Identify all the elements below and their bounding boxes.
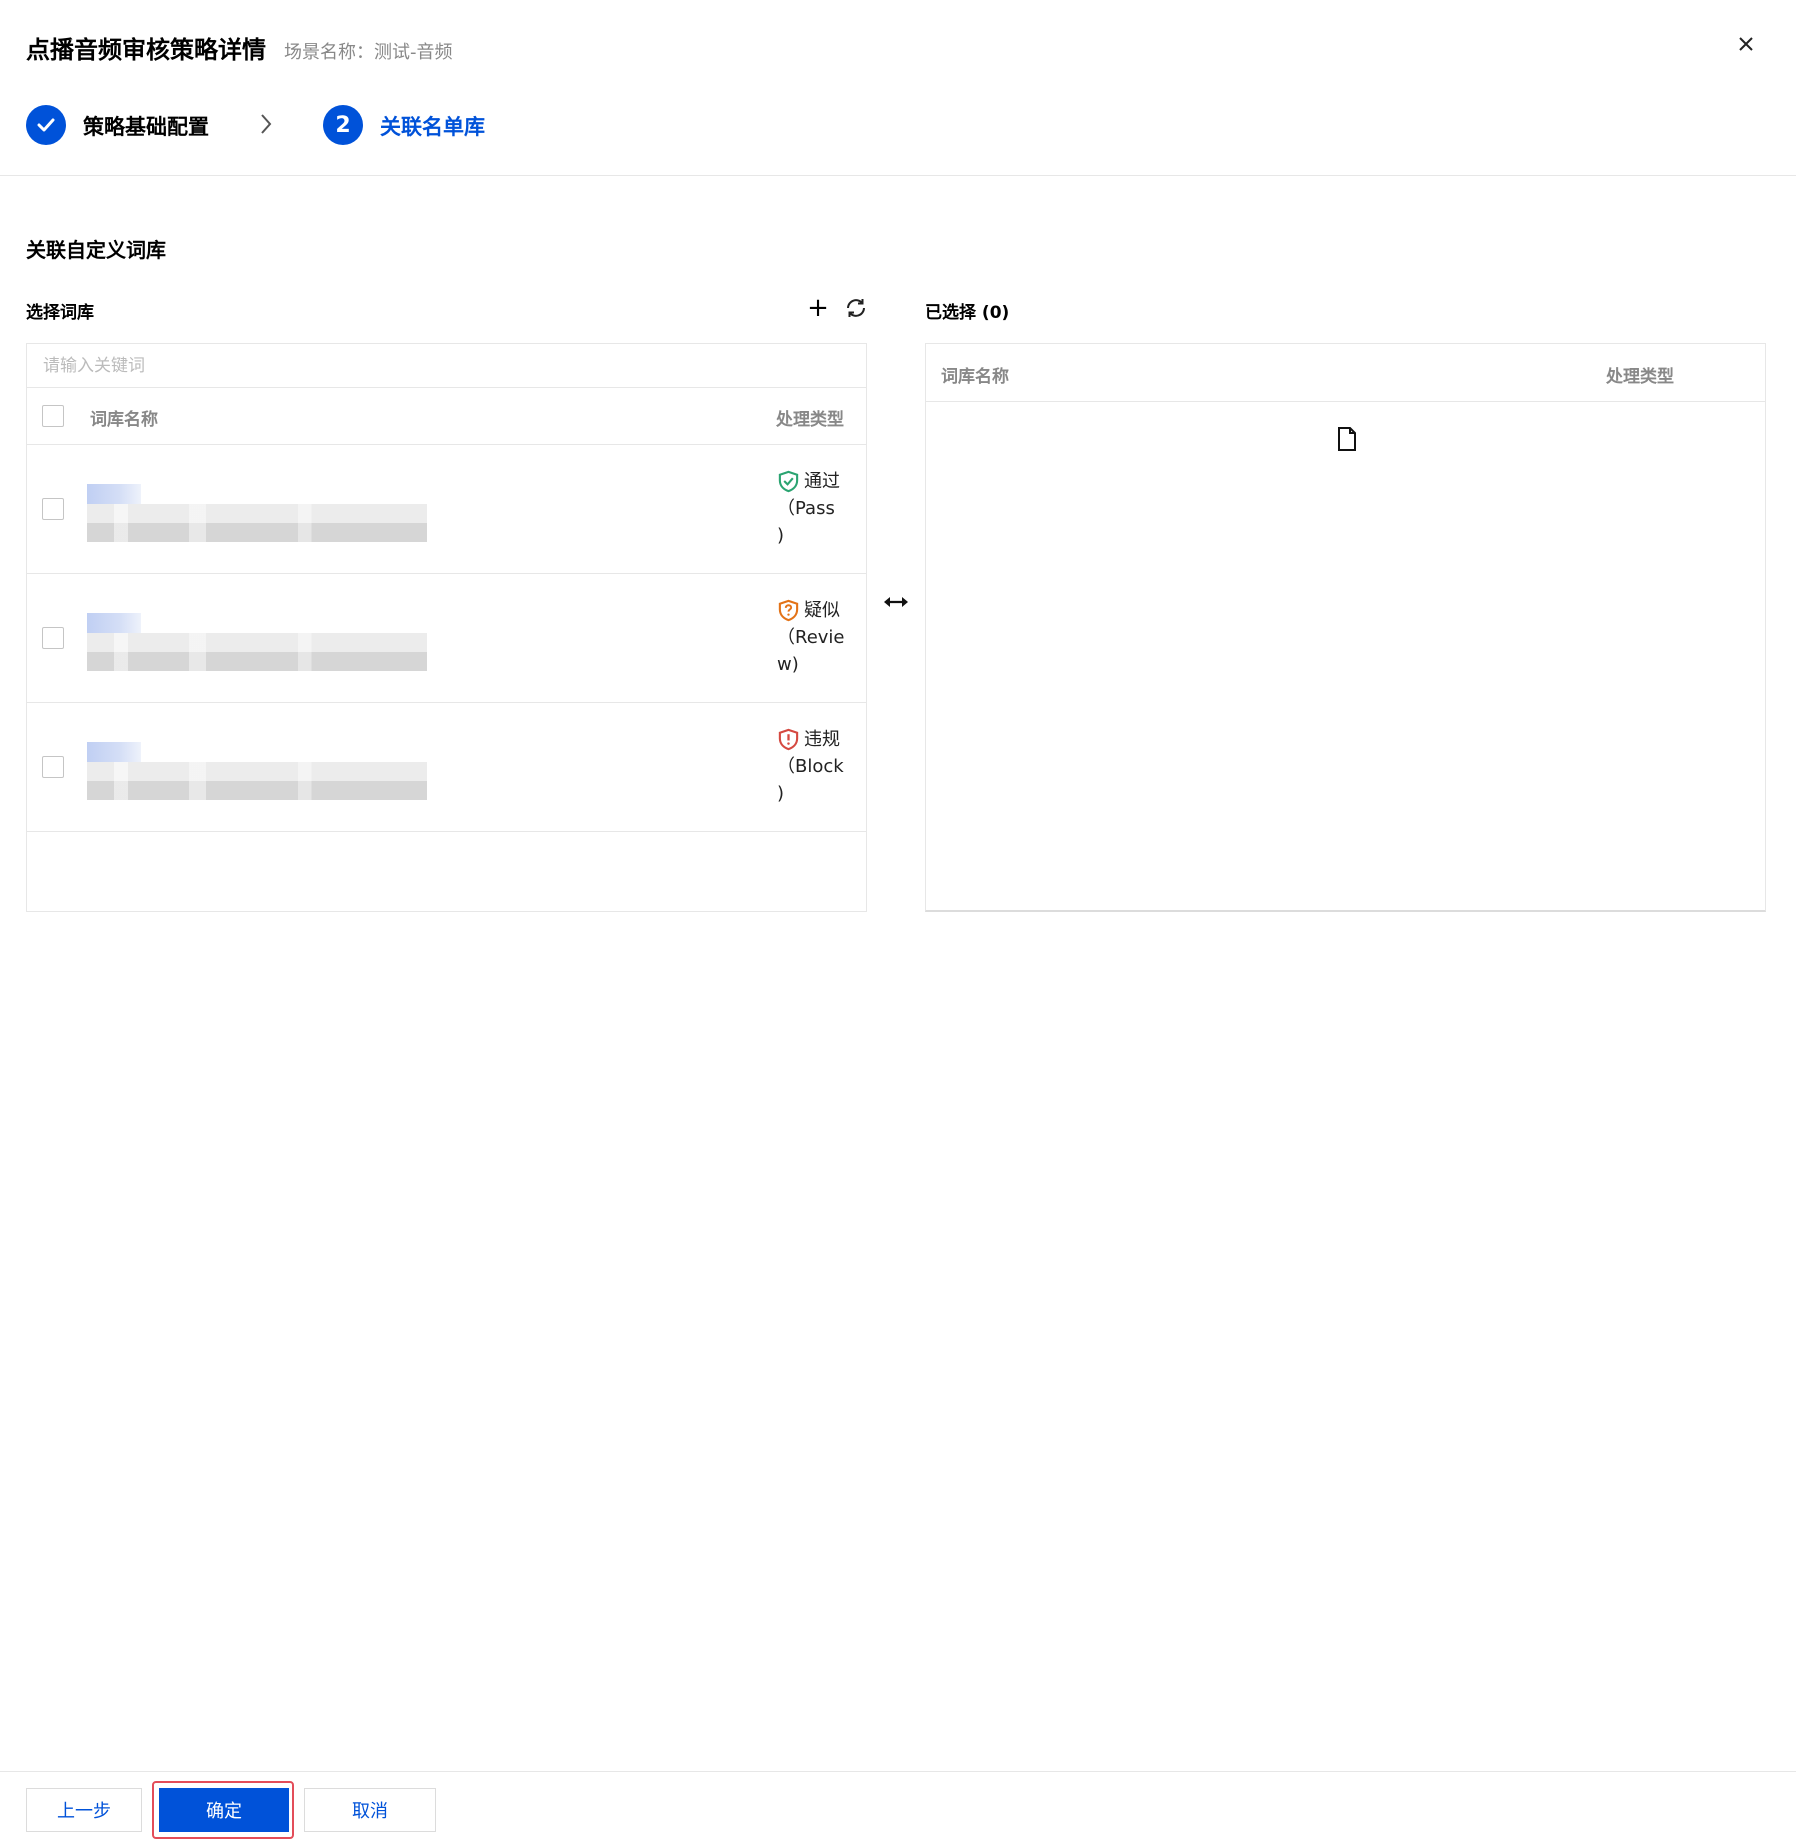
column-header-type: 处理类型	[776, 410, 844, 430]
source-table-header: 词库名称 处理类型	[27, 388, 866, 445]
process-type-label: 违规	[804, 729, 840, 750]
process-type-cell: 疑似 （Revie w)	[777, 597, 863, 678]
keyword-search-input[interactable]	[27, 344, 866, 388]
shield-check-icon	[778, 470, 799, 493]
step-1-label[interactable]: 策略基础配置	[83, 111, 209, 141]
redacted-library-description	[87, 504, 427, 542]
row-checkbox[interactable]	[42, 756, 64, 778]
table-row[interactable]: 疑似 （Revie w)	[27, 574, 866, 703]
cancel-button[interactable]: 取消	[304, 1788, 436, 1832]
process-type-cell: 通过 （Pass )	[777, 468, 863, 549]
select-library-label: 选择词库	[26, 303, 94, 323]
process-type-code-tail: w)	[777, 654, 799, 675]
row-checkbox[interactable]	[42, 498, 64, 520]
process-type-code-tail: )	[777, 525, 785, 546]
previous-step-button[interactable]: 上一步	[26, 1788, 142, 1832]
refresh-icon	[847, 299, 865, 317]
column-header-name: 词库名称	[941, 367, 1009, 387]
process-type-cell: 违规 （Block )	[777, 726, 863, 807]
swap-horizontal-icon	[882, 592, 910, 612]
redacted-library-description	[87, 633, 427, 671]
column-header-name: 词库名称	[90, 410, 158, 430]
select-all-checkbox[interactable]	[42, 405, 64, 427]
redacted-library-name	[87, 613, 141, 633]
shield-question-icon	[778, 599, 799, 622]
process-type-code-tail: )	[777, 783, 785, 804]
empty-file-icon	[1338, 427, 1356, 451]
process-type-code: （Revie	[777, 627, 845, 648]
redacted-library-name	[87, 742, 141, 762]
process-type-label: 通过	[804, 471, 840, 492]
selected-count-label: 已选择 (0)	[925, 303, 1010, 323]
check-icon	[37, 118, 55, 132]
row-checkbox[interactable]	[42, 627, 64, 649]
header-divider	[0, 175, 1796, 176]
refresh-button[interactable]	[842, 294, 870, 322]
column-header-type: 处理类型	[1606, 367, 1674, 387]
selected-library-panel: 词库名称 处理类型	[925, 343, 1766, 912]
process-type-label: 疑似	[804, 600, 840, 621]
process-type-code: （Pass	[777, 498, 835, 519]
step-1-done-indicator	[26, 105, 66, 145]
redacted-library-description	[87, 762, 427, 800]
table-row[interactable]: 通过 （Pass )	[27, 445, 866, 574]
step-2-number: 2	[323, 105, 363, 145]
selected-table-header: 词库名称 处理类型	[926, 344, 1765, 402]
close-icon	[1739, 37, 1753, 51]
process-type-code: （Block	[777, 756, 844, 777]
redacted-library-name	[87, 484, 141, 504]
dialog-title: 点播音频审核策略详情	[26, 36, 266, 64]
table-row[interactable]: 违规 （Block )	[27, 703, 866, 832]
chevron-right-icon	[258, 112, 274, 140]
step-2-label[interactable]: 关联名单库	[380, 111, 485, 141]
shield-alert-icon	[778, 728, 799, 751]
section-title: 关联自定义词库	[26, 238, 166, 262]
plus-icon[interactable]: +	[806, 294, 830, 322]
library-source-panel: 词库名称 处理类型 通过 （Pass )	[26, 343, 867, 912]
footer-divider	[0, 1771, 1796, 1772]
close-button[interactable]	[1730, 28, 1762, 60]
confirm-button[interactable]: 确定	[159, 1788, 289, 1832]
scene-name: 场景名称：测试-音频	[284, 42, 453, 63]
